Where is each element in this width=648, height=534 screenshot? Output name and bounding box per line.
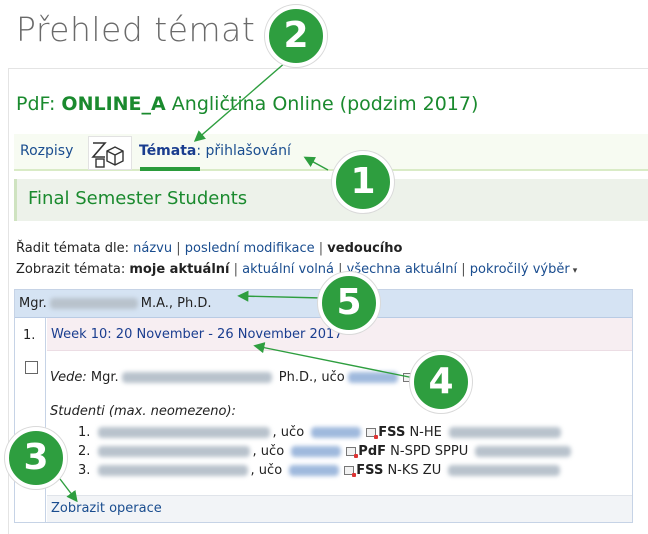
student-program: N-HE	[405, 425, 442, 440]
course-prefix: PdF:	[16, 93, 62, 115]
mail-icon[interactable]	[344, 466, 357, 477]
sort-current: vedoucího	[327, 241, 403, 256]
teacher-prefix: Mgr.	[19, 296, 47, 311]
filter-advanced-link[interactable]: pokročilý výběr	[470, 262, 570, 277]
course-name: Angličtina Online (podzim 2017)	[165, 93, 479, 115]
redacted-name	[97, 465, 248, 476]
tab-temata-bold: Témata	[139, 143, 197, 159]
filter-separator: |	[229, 262, 243, 277]
filter-free-link[interactable]: aktuální volná	[242, 262, 334, 277]
tab-rozpisy[interactable]: Rozpisy	[20, 143, 73, 159]
student-uco-label: , učo	[272, 425, 305, 440]
filter-options: Zobrazit témata: moje aktuální | aktuáln…	[16, 262, 577, 277]
student-number: 1.	[78, 425, 91, 440]
redacted-uco	[347, 372, 398, 383]
student-school: FSS	[378, 425, 406, 440]
sort-label: Řadit témata dle:	[16, 241, 134, 256]
topic-number: 1.	[23, 328, 36, 343]
student-uco-label: , učo	[252, 444, 285, 459]
student-item: 1. , učo FSS N-HE	[78, 425, 564, 440]
callout-badge: 3	[5, 427, 67, 489]
mail-icon[interactable]	[346, 447, 359, 458]
show-operations-link[interactable]: Zobrazit operace	[51, 501, 162, 516]
student-number: 3.	[78, 463, 91, 478]
supervisor-suffix: Ph.D., učo	[274, 370, 345, 385]
callout-badge: 4	[410, 351, 472, 413]
topic-title-link[interactable]: Week 10: 20 November - 26 November 2017	[51, 327, 343, 342]
sort-options: Řadit témata dle: názvu | poslední modif…	[16, 241, 402, 256]
redacted-info	[448, 465, 561, 476]
student-item: 3. , učo FSS N-KS ZU	[78, 463, 563, 478]
course-code: ONLINE_A	[61, 93, 166, 115]
tab-temata-rest: : přihlašování	[196, 143, 291, 159]
operations-row: Zobrazit operace	[47, 495, 632, 522]
section-header: Final Semester Students	[14, 179, 648, 221]
redacted-info	[449, 427, 562, 438]
sort-separator: |	[172, 241, 185, 256]
redacted-name	[97, 446, 250, 457]
student-school: FSS	[356, 463, 384, 478]
redacted-info	[475, 446, 572, 457]
student-uco-label: , učo	[250, 463, 283, 478]
filter-current: moje aktuální	[129, 262, 230, 277]
redacted-name	[49, 298, 138, 309]
callout-badge: 5	[318, 272, 380, 334]
tab-temata[interactable]: Témata: přihlašování	[139, 143, 291, 159]
tab-bar: Rozpisy Témata: přihlašování	[14, 134, 648, 171]
sort-by-modified-link[interactable]: poslední modifikace	[185, 241, 315, 256]
redacted-uco	[311, 427, 362, 438]
mail-icon[interactable]	[366, 428, 379, 439]
student-program: N-KS ZU	[383, 463, 442, 478]
sort-by-name-link[interactable]: názvu	[133, 241, 172, 256]
student-number: 2.	[78, 444, 91, 459]
students-label: Studenti (max. neomezeno):	[50, 404, 236, 419]
chevron-down-icon[interactable]: ▾	[573, 266, 578, 276]
supervisor-prefix: Mgr.	[86, 370, 119, 385]
row-controls: 1.	[15, 318, 46, 522]
redacted-uco	[291, 446, 342, 457]
students-heading: Studenti (max. neomezeno):	[50, 404, 236, 419]
course-title: PdF: ONLINE_A Angličtina Online (podzim …	[16, 93, 478, 115]
filter-separator: |	[457, 262, 470, 277]
student-school: PdF	[358, 444, 387, 459]
redacted-uco	[289, 465, 340, 476]
page-title: Přehled témat	[16, 10, 256, 49]
active-tab-indicator	[140, 167, 200, 171]
supervisor-line: Vede: Mgr. Ph.D., učo	[50, 370, 415, 385]
supervisor-label: Vede:	[50, 370, 87, 385]
redacted-name	[121, 372, 272, 383]
redacted-name	[97, 427, 270, 438]
section-title: Final Semester Students	[28, 188, 248, 209]
student-program: N-SPD SPPU	[386, 444, 469, 459]
filter-label: Zobrazit témata:	[16, 262, 130, 277]
teacher-suffix: M.A., Ph.D.	[140, 296, 212, 311]
sort-separator: |	[314, 241, 328, 256]
student-item: 2. , učo PdF N-SPD SPPU	[78, 444, 574, 459]
topics-icon	[88, 136, 132, 170]
topic-checkbox[interactable]	[25, 361, 38, 374]
callout-badge: 2	[265, 5, 327, 67]
callout-badge: 1	[332, 151, 394, 213]
teacher-name: Mgr. M.A., Ph.D.	[19, 296, 212, 311]
